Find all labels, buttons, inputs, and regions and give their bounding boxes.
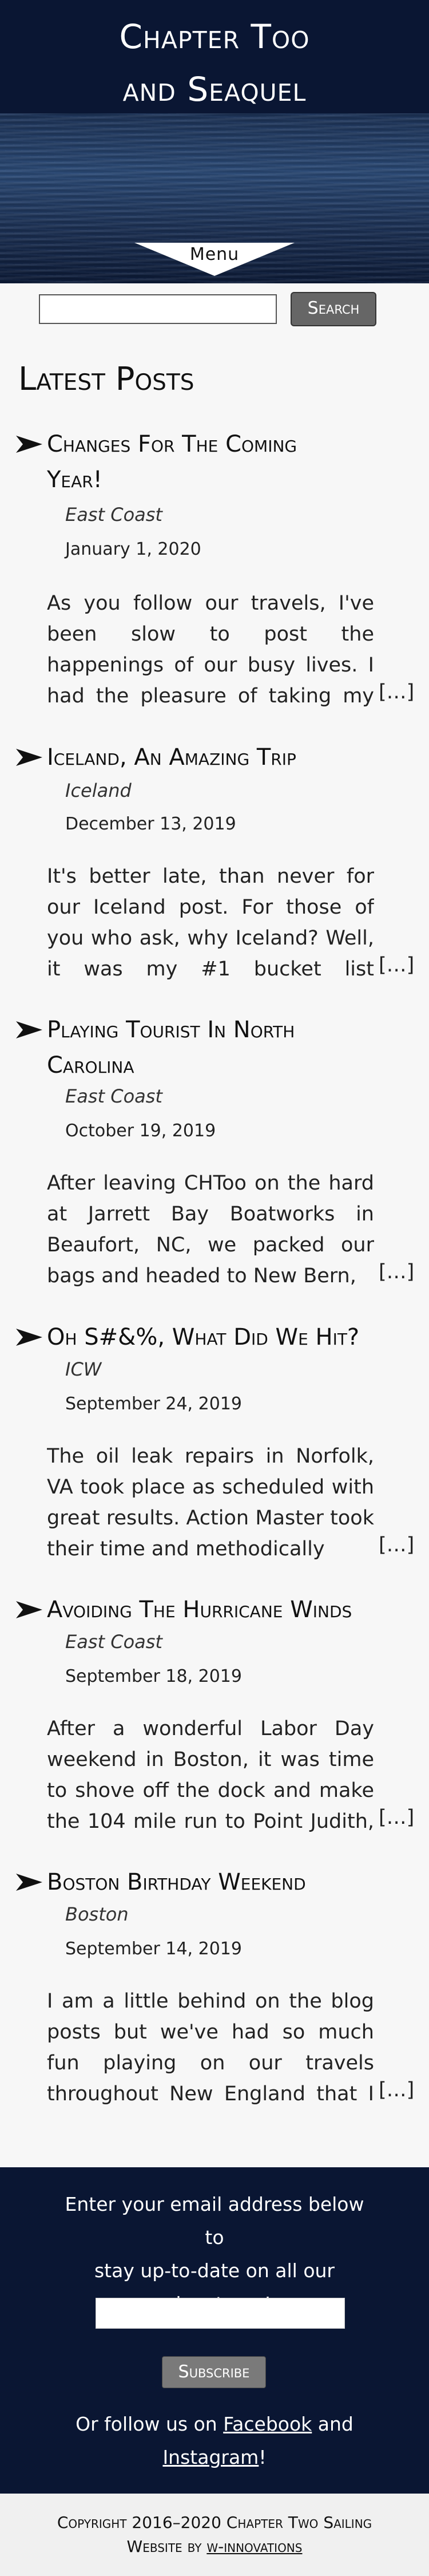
copyright-text: Copyright 2016–2020 Chapter Two Sailing xyxy=(57,2513,372,2532)
post-excerpt: It's better late, than never for our Ice… xyxy=(47,865,374,981)
website-by-prefix: Website by xyxy=(126,2537,202,2556)
post-date: January 1, 2020 xyxy=(65,539,201,559)
read-more-link[interactable]: […] xyxy=(379,1806,414,1829)
follow-and: and xyxy=(317,2413,353,2435)
read-more-link[interactable]: […] xyxy=(379,2079,414,2101)
post-title-link[interactable]: Playing Tourist In North Carolina xyxy=(47,1012,413,1083)
menu-label: Menu xyxy=(189,244,240,264)
read-more-link[interactable]: […] xyxy=(379,954,414,977)
post-arrow-icon xyxy=(16,1874,42,1891)
post-date: October 19, 2019 xyxy=(65,1121,216,1141)
post-arrow-icon xyxy=(16,1021,42,1038)
read-more-link[interactable]: […] xyxy=(379,681,414,704)
post-title-line1: Avoiding The Hurricane Winds xyxy=(47,1597,352,1623)
post-category[interactable]: Iceland xyxy=(65,780,132,801)
post-excerpt: After leaving CHToo on the hard at Jarre… xyxy=(47,1172,374,1287)
read-more-link[interactable]: […] xyxy=(379,1261,414,1283)
post-category[interactable]: East Coast xyxy=(65,1631,162,1653)
post-title-line1: Changes For The Coming xyxy=(47,431,297,457)
post-title-link[interactable]: Iceland, An Amazing Trip xyxy=(47,740,413,775)
website-credit: Website by w-innovations xyxy=(0,2537,429,2556)
read-more-link[interactable]: […] xyxy=(379,1534,414,1556)
post-title-line2: Year! xyxy=(47,467,102,493)
post-arrow-icon xyxy=(16,436,42,453)
post-category[interactable]: East Coast xyxy=(65,504,162,526)
post-title-line1: Boston Birthday Weekend xyxy=(47,1869,306,1895)
post-title-line2: Carolina xyxy=(47,1052,134,1078)
post-arrow-icon xyxy=(16,1601,42,1618)
post-title-link[interactable]: Oh S#&%, What Did We Hit? xyxy=(47,1319,413,1355)
post-title-link[interactable]: Avoiding The Hurricane Winds xyxy=(47,1592,413,1627)
subscribe-button[interactable]: Subscribe xyxy=(162,2356,266,2388)
site-header: Chapter Too and Seaquel Menu xyxy=(0,0,429,283)
post-category[interactable]: ICW xyxy=(65,1358,101,1380)
post-excerpt: After a wonderful Labor Day weekend in B… xyxy=(47,1717,374,1833)
post-title-line1: Oh S#&%, What Did We Hit? xyxy=(47,1324,360,1350)
search-button[interactable]: Search xyxy=(291,292,376,326)
post-title-link[interactable]: Boston Birthday Weekend xyxy=(47,1864,413,1900)
copyright-band: Copyright 2016–2020 Chapter Two Sailing … xyxy=(0,2494,429,2576)
site-title-line1: Chapter Too xyxy=(119,17,310,56)
post-excerpt: I am a little behind on the blog posts b… xyxy=(47,1990,374,2105)
site-title-line2: and Seaquel xyxy=(122,70,307,109)
follow-prefix: Or follow us on xyxy=(76,2413,217,2435)
post-arrow-icon xyxy=(16,749,42,766)
post-title-link[interactable]: Changes For The Coming Year! xyxy=(47,426,413,497)
search-input[interactable] xyxy=(39,294,277,324)
post-excerpt: As you follow our travels, I've been slo… xyxy=(47,592,374,708)
post-category[interactable]: Boston xyxy=(65,1903,129,1925)
post-date: September 14, 2019 xyxy=(65,1939,242,1959)
post-excerpt: The oil leak repairs in Norfolk, VA took… xyxy=(47,1445,374,1560)
post-title-line1: Playing Tourist In North xyxy=(47,1017,295,1043)
search-form: Search xyxy=(39,292,394,329)
w-innovations-link[interactable]: w-innovations xyxy=(206,2537,302,2556)
subscribe-line: Enter your email address below to xyxy=(65,2193,364,2249)
subscribe-line: stay up-to-date on all our xyxy=(94,2259,335,2282)
site-footer: Enter your email address below to stay u… xyxy=(0,2167,429,2576)
post-date: December 13, 2019 xyxy=(65,814,236,834)
follow-us-text: Or follow us on Facebook and Instagram! xyxy=(57,2408,372,2474)
post-category[interactable]: East Coast xyxy=(65,1085,162,1107)
site-title[interactable]: Chapter Too and Seaquel xyxy=(0,10,429,116)
email-field[interactable] xyxy=(96,2298,345,2329)
post-title-line1: Iceland, An Amazing Trip xyxy=(47,744,296,771)
menu-toggle-button[interactable]: Menu xyxy=(134,243,295,277)
latest-posts-heading: Latest Posts xyxy=(18,361,194,398)
post-arrow-icon xyxy=(16,1329,42,1346)
instagram-link[interactable]: Instagram xyxy=(162,2446,259,2468)
follow-suffix: ! xyxy=(259,2446,267,2468)
post-date: September 24, 2019 xyxy=(65,1394,242,1414)
facebook-link[interactable]: Facebook xyxy=(223,2413,312,2435)
post-date: September 18, 2019 xyxy=(65,1666,242,1686)
